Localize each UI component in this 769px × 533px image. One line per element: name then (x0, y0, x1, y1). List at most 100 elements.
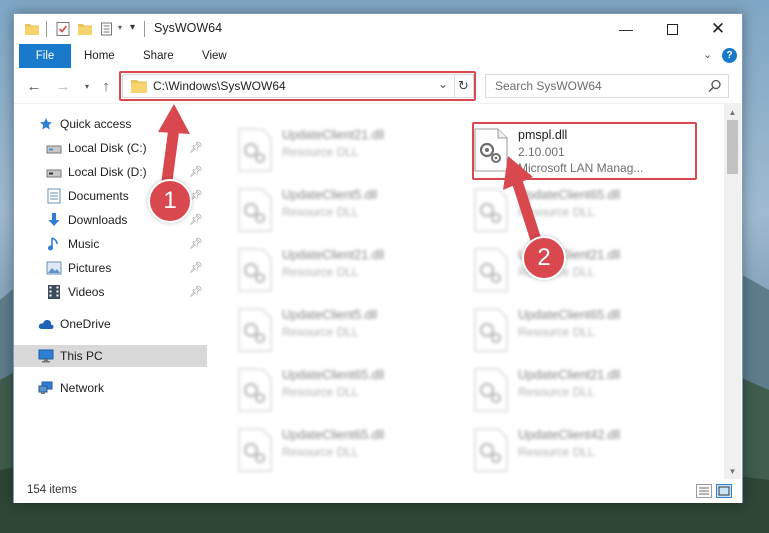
new-folder-icon[interactable] (77, 21, 93, 37)
sidebar-item-pictures[interactable]: Pictures 📌︎ (14, 257, 207, 279)
file-type: Resource DLL (282, 445, 359, 459)
sidebar-item-label: Local Disk (C:) (68, 141, 147, 155)
step-1-callout: 1 (148, 179, 192, 223)
sidebar-item-label: Music (68, 237, 100, 251)
file-item[interactable]: UpdateClient21.dll Resource DLL (210, 240, 440, 296)
ribbon-tabs: File Home Share View ⌄ ? (14, 44, 742, 68)
file-item[interactable]: UpdateClient42.dll Resource DLL (446, 420, 676, 476)
scroll-down-icon[interactable]: ▼ (724, 463, 741, 479)
dll-file-icon (238, 248, 272, 292)
file-item[interactable]: UpdateClient21.dll Resource DLL (446, 360, 676, 416)
file-name: UpdateClient5.dll (282, 308, 378, 322)
file-name: UpdateClient21.dll (518, 368, 621, 382)
dll-file-icon (474, 248, 508, 292)
sidebar-item-this-pc[interactable]: This PC (14, 345, 207, 367)
file-type: Resource DLL (518, 325, 595, 339)
tab-view[interactable]: View (202, 44, 227, 68)
sidebar-item-label: Network (60, 381, 105, 395)
pin-icon[interactable]: 📌︎ (189, 141, 203, 154)
computer-icon (38, 348, 54, 364)
search-box[interactable] (485, 74, 729, 98)
tab-share[interactable]: Share (143, 44, 174, 68)
file-type: Resource DLL (518, 205, 595, 219)
sidebar-item-label: This PC (60, 349, 103, 363)
scrollbar-thumb[interactable] (727, 120, 738, 174)
folder-icon (25, 24, 39, 35)
file-item[interactable]: UpdateClient65.dll Resource DLL (210, 420, 440, 476)
help-icon[interactable]: ? (722, 48, 737, 63)
pictures-icon (46, 260, 62, 276)
scroll-up-icon[interactable]: ▲ (724, 104, 741, 120)
minimize-button[interactable]: — (603, 14, 649, 44)
pin-icon[interactable]: 📌︎ (189, 261, 203, 274)
vertical-scrollbar[interactable]: ▲ ▼ (724, 104, 741, 479)
title-separator (46, 21, 47, 37)
file-list: UpdateClient21.dll Resource DLL pmspl.dl… (210, 106, 722, 478)
pin-icon[interactable]: 📌︎ (189, 285, 203, 298)
forward-button[interactable]: → (54, 77, 72, 95)
maximize-button[interactable] (649, 14, 695, 44)
sidebar-item-network[interactable]: Network (14, 377, 207, 399)
details-view-icon (699, 487, 709, 495)
dropdown-arrow-icon[interactable]: ▾ (118, 23, 122, 39)
cloud-icon (38, 316, 54, 332)
file-name: UpdateClient21.dll (282, 128, 385, 142)
sidebar-item-label: Videos (68, 285, 105, 299)
pin-icon[interactable]: 📌︎ (189, 213, 203, 226)
sidebar-item-local-disk-c[interactable]: Local Disk (C:) 📌︎ (14, 137, 207, 159)
explorer-window: ▾ ▾ SysWOW64 — ✕ File Home Share View ⌄ … (13, 13, 743, 503)
file-name: UpdateClient65.dll (282, 368, 385, 382)
search-icon[interactable] (708, 79, 722, 93)
dll-file-icon (474, 428, 508, 472)
dll-file-icon (238, 428, 272, 472)
tab-file[interactable]: File (19, 44, 71, 68)
maximize-icon (666, 23, 678, 35)
customize-toolbar-icon[interactable]: ▾ (130, 22, 135, 38)
expand-ribbon-icon[interactable]: ⌄ (703, 48, 712, 61)
file-name: UpdateClient21.dll (282, 248, 385, 262)
sidebar-item-videos[interactable]: Videos 📌︎ (14, 281, 207, 303)
sidebar-item-label: Documents (68, 189, 129, 203)
drive-icon (46, 164, 62, 180)
file-item[interactable]: UpdateClient21.dll Resource DLL (210, 120, 440, 176)
file-name: UpdateClient65.dll (518, 308, 621, 322)
window-title: SysWOW64 (154, 21, 223, 35)
file-item[interactable]: UpdateClient5.dll Resource DLL (210, 300, 440, 356)
recent-locations-button[interactable]: ▾ (78, 77, 96, 95)
file-type: Resource DLL (282, 265, 359, 279)
tab-home[interactable]: Home (84, 44, 115, 68)
file-type: Resource DLL (518, 385, 595, 399)
file-name: UpdateClient5.dll (282, 188, 378, 202)
drive-icon (46, 140, 62, 156)
sidebar-item-music[interactable]: Music 📌︎ (14, 233, 207, 255)
pin-icon[interactable]: 📌︎ (189, 237, 203, 250)
file-item[interactable]: UpdateClient65.dll Resource DLL (446, 300, 676, 356)
sidebar-item-label: Pictures (68, 261, 112, 275)
videos-icon (46, 284, 62, 300)
properties-icon[interactable] (55, 21, 71, 37)
file-item[interactable]: UpdateClient65.dll Resource DLL (446, 180, 676, 236)
pin-icon[interactable]: 📌︎ (189, 165, 203, 178)
sidebar-item-quick-access[interactable]: Quick access (14, 113, 207, 135)
details-view-button[interactable] (696, 484, 712, 498)
file-item[interactable]: UpdateClient5.dll Resource DLL (210, 180, 440, 236)
dll-file-icon (238, 308, 272, 352)
close-button[interactable]: ✕ (695, 14, 741, 44)
navigation-bar: ← → ▾ ↑ C:\Windows\SysWOW64 ⌄ ↻ (14, 68, 742, 104)
sidebar-item-onedrive[interactable]: OneDrive (14, 313, 207, 335)
status-bar: 154 items (14, 479, 742, 503)
up-button[interactable]: ↑ (97, 77, 115, 95)
file-highlight-box (472, 122, 697, 180)
sidebar-item-label: Local Disk (D:) (68, 165, 147, 179)
file-type: Resource DLL (282, 205, 359, 219)
quick-access-customize-icon[interactable] (100, 21, 116, 37)
large-icons-view-button[interactable] (716, 484, 732, 498)
dll-file-icon (474, 308, 508, 352)
sidebar-item-label: Quick access (60, 117, 132, 131)
file-item[interactable]: UpdateClient65.dll Resource DLL (210, 360, 440, 416)
documents-icon (46, 188, 62, 204)
file-type: Resource DLL (282, 385, 359, 399)
search-input[interactable] (486, 75, 696, 97)
large-icons-view-icon (718, 486, 730, 496)
back-button[interactable]: ← (25, 77, 43, 95)
